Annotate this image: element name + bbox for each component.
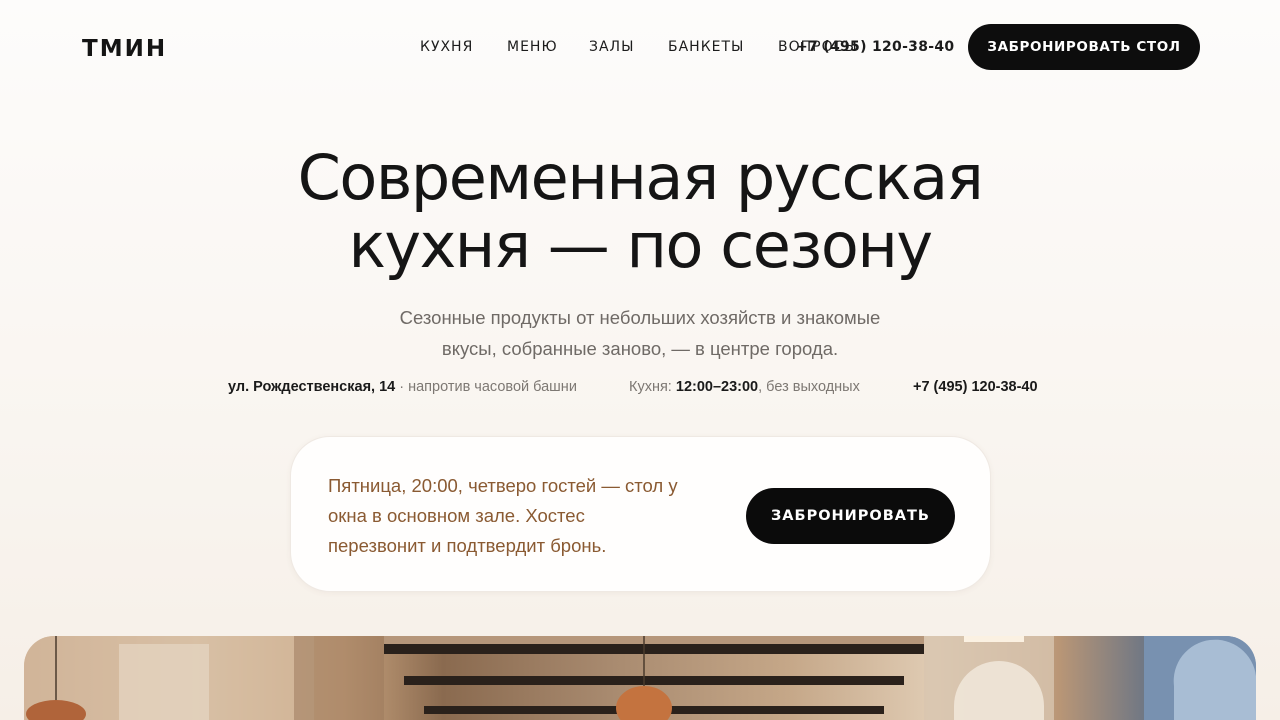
nav-banquets[interactable]: БАНКЕТЫ — [668, 39, 744, 55]
booking-card: Пятница, 20:00, четверо гостей — стол у … — [290, 436, 991, 592]
interior-illustration — [24, 636, 1256, 720]
hero-subtitle: Сезонные продукты от небольших хозяйств … — [340, 302, 940, 364]
hours-label: Кухня: — [629, 379, 676, 395]
hero-title: Современная русская кухня — по сезону — [0, 144, 1280, 280]
nav-menu[interactable]: МЕНЮ — [507, 39, 558, 55]
hours-value: 12:00–23:00 — [675, 379, 759, 395]
nav-kitchen[interactable]: КУХНЯ — [420, 39, 473, 55]
logo[interactable]: ТМИН — [82, 36, 167, 62]
hero-title-line: Современная русская — [297, 141, 984, 214]
hours-info: Кухня: 12:00–23:00, без выходных — [629, 379, 860, 395]
book-button[interactable]: ЗАБРОНИРОВАТЬ — [746, 488, 955, 544]
booking-summary-line: Пятница, 20:00, четверо гостей — стол у — [328, 475, 678, 496]
restaurant-interior-photo — [24, 636, 1256, 720]
nav-halls[interactable]: ЗАЛЫ — [589, 39, 634, 55]
hero-title-line: кухня — по сезону — [348, 209, 933, 282]
header-phone-link[interactable]: +7 (495) 120-38-40 — [796, 39, 954, 55]
address: ул. Рождественская, 14 — [228, 379, 396, 395]
address-info: ул. Рождественская, 14 · напротив часово… — [228, 379, 577, 395]
address-note: · напротив часовой башни — [395, 379, 577, 395]
book-table-button[interactable]: ЗАБРОНИРОВАТЬ СТОЛ — [968, 24, 1200, 70]
booking-summary-line: окна в основном зале. Хостес — [328, 505, 585, 526]
hours-note: , без выходных — [758, 379, 860, 395]
hero-subtitle-line: Сезонные продукты от небольших хозяйств … — [399, 307, 881, 328]
booking-summary: Пятница, 20:00, четверо гостей — стол у … — [328, 471, 748, 561]
info-phone-link[interactable]: +7 (495) 120-38-40 — [913, 379, 1038, 395]
booking-summary-line: перезвонит и подтвердит бронь. — [328, 535, 607, 556]
site-header: ТМИН КУХНЯ МЕНЮ ЗАЛЫ БАНКЕТЫ ВОПРОСЫ +7 … — [0, 0, 1280, 96]
hero-subtitle-line: вкусы, собранные заново, — в центре горо… — [441, 338, 839, 359]
contact-info-row: ул. Рождественская, 14 · напротив часово… — [0, 379, 1280, 399]
